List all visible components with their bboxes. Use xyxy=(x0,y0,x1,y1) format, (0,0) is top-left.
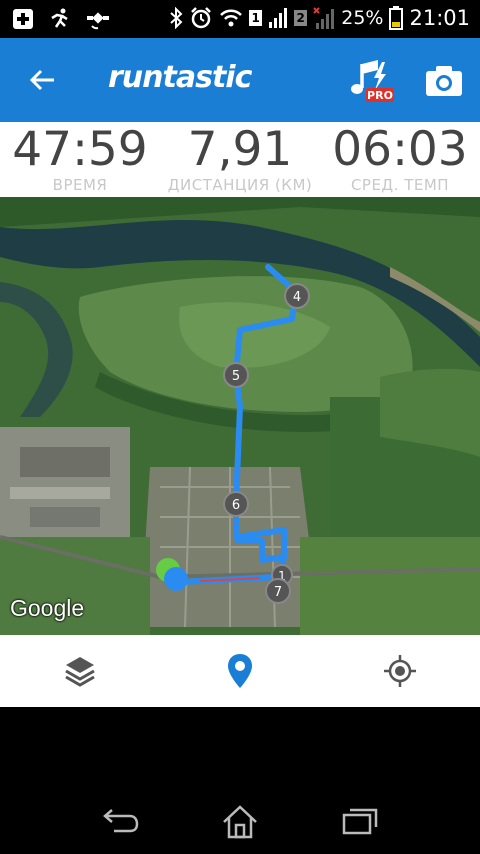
km-marker-label: 5 xyxy=(232,369,240,384)
nav-recents-button[interactable] xyxy=(340,802,380,842)
signal-strength-icon xyxy=(269,8,288,28)
satellite-map[interactable]: 4 5 6 1 7 xyxy=(0,197,480,635)
km-marker-5[interactable]: 5 xyxy=(223,362,249,388)
alarm-icon xyxy=(191,7,212,29)
stat-pace: 06:03 СРЕД. ТЕМП xyxy=(320,122,480,197)
battery-icon xyxy=(389,6,404,30)
km-marker-label: 6 xyxy=(232,498,240,513)
music-note-icon: PRO xyxy=(351,60,394,102)
layers-icon xyxy=(65,657,95,687)
km-marker-7[interactable]: 7 xyxy=(265,578,291,604)
nav-back-button[interactable] xyxy=(100,802,140,842)
pro-badge: PRO xyxy=(367,89,393,102)
stats-panel: 47:59 ВРЕМЯ 7,91 ДИСТАНЦИЯ (КМ) 06:03 СР… xyxy=(0,122,480,197)
km-marker-6[interactable]: 6 xyxy=(223,491,249,517)
camera-icon xyxy=(426,66,462,96)
stat-label: ВРЕМЯ xyxy=(52,176,108,194)
app-bar: runtastic PRO xyxy=(0,38,480,122)
camera-button[interactable] xyxy=(424,64,464,98)
stat-value: 7,91 xyxy=(187,122,293,177)
runner-notification-icon xyxy=(51,8,68,28)
my-location-button[interactable] xyxy=(380,651,420,691)
stat-label: ДИСТАНЦИЯ (КМ) xyxy=(167,176,313,194)
home-icon xyxy=(223,805,257,839)
km-marker-4[interactable]: 4 xyxy=(284,283,310,309)
stat-label: СРЕД. ТЕМП xyxy=(350,176,450,194)
stat-value: 47:59 xyxy=(12,122,148,177)
clock: 21:01 xyxy=(409,6,470,30)
stat-value: 06:03 xyxy=(332,122,468,177)
sim1-badge: 1 xyxy=(249,10,263,26)
route-map[interactable]: 4 5 6 1 7 xyxy=(0,197,480,635)
satellite-notification-icon xyxy=(87,12,109,30)
route-pin-button[interactable] xyxy=(220,651,260,691)
nav-home-button[interactable] xyxy=(220,802,260,842)
battery-percent: 25% xyxy=(341,7,384,29)
map-layers-button[interactable] xyxy=(60,651,100,691)
location-pin-icon xyxy=(228,654,252,688)
music-pro-button[interactable]: PRO xyxy=(348,58,396,106)
stat-duration: 47:59 ВРЕМЯ xyxy=(0,122,160,197)
km-marker-label: 7 xyxy=(274,585,282,600)
my-location-icon xyxy=(384,655,416,687)
end-marker[interactable] xyxy=(164,567,188,591)
status-bar: 1 2 25% 21:01 xyxy=(0,0,480,38)
map-toolbar xyxy=(0,635,480,707)
system-nav-bar xyxy=(0,707,480,854)
google-attribution: Google xyxy=(10,595,85,621)
km-marker-label: 4 xyxy=(293,290,301,305)
plus-notification-icon xyxy=(13,9,33,29)
wifi-icon xyxy=(220,9,243,27)
bluetooth-icon xyxy=(170,7,183,29)
back-button[interactable] xyxy=(24,62,60,98)
recent-apps-icon xyxy=(342,808,378,835)
arrow-back-icon xyxy=(29,69,54,91)
sim2-badge: 2 xyxy=(294,10,308,26)
stat-distance: 7,91 ДИСТАНЦИЯ (КМ) xyxy=(160,122,320,197)
no-signal-icon xyxy=(313,7,335,29)
back-icon xyxy=(103,809,139,833)
app-logo: runtastic xyxy=(108,60,252,95)
